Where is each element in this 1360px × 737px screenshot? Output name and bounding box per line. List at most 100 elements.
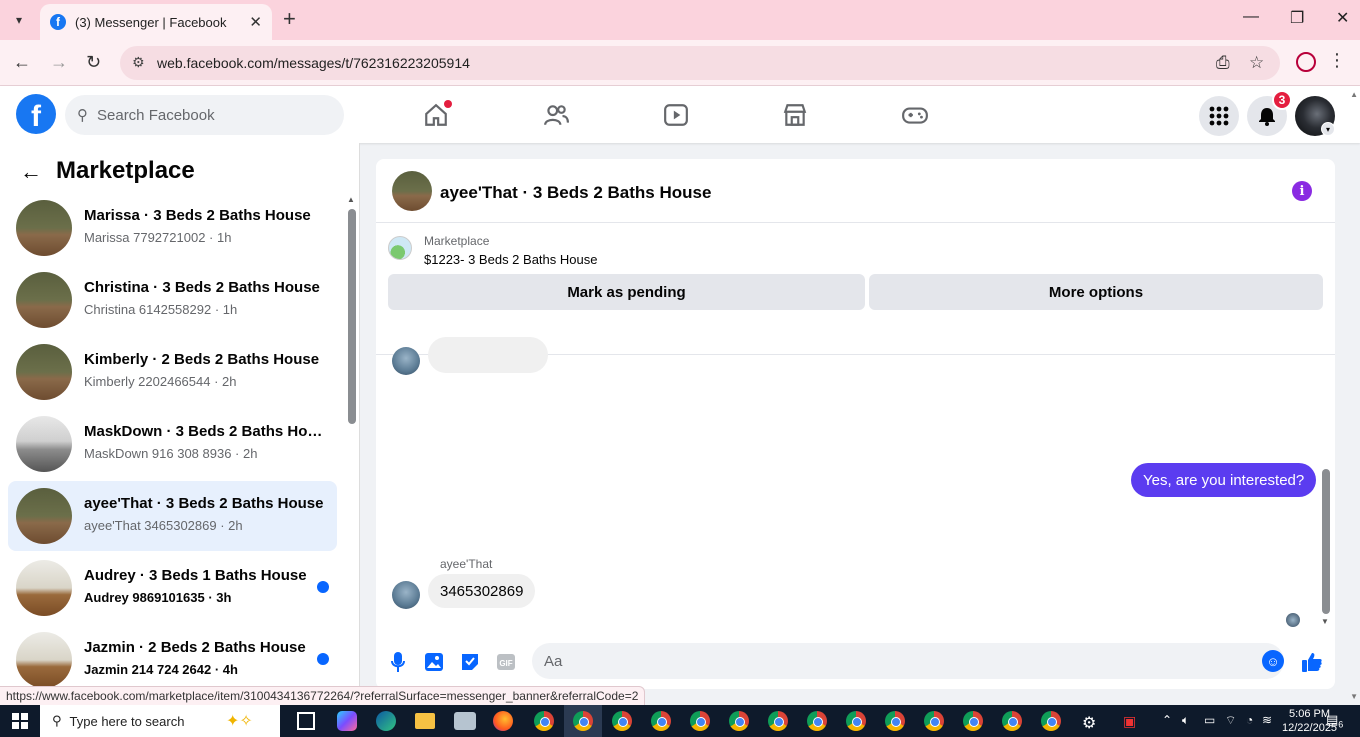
tray-overflow-icon[interactable]: ⌃ [1162, 713, 1172, 727]
seen-avatar [1286, 613, 1300, 627]
battery-icon[interactable]: ▭ [1204, 713, 1215, 727]
chrome-icon[interactable] [534, 711, 554, 731]
svg-text:GIF: GIF [499, 659, 512, 668]
install-app-icon[interactable]: ⎙ [1216, 53, 1230, 73]
app-icon[interactable] [454, 712, 476, 730]
task-view-icon[interactable] [297, 712, 315, 730]
message-bubble-partial [428, 337, 548, 373]
copilot-sparkle-icon[interactable]: ✦✧ [226, 711, 253, 731]
scroll-up-arrow-icon[interactable]: ▲ [347, 195, 355, 204]
conversation-item[interactable]: Kimberly · 2 Beds 2 Baths House Kimberly … [8, 337, 337, 407]
settings-gear-icon[interactable]: ⚙ [1082, 713, 1096, 733]
tab-close-icon[interactable]: ✕ [249, 13, 262, 31]
site-info-icon[interactable]: ⚙ [132, 54, 145, 71]
listing-thumbnail [16, 272, 72, 328]
message-input[interactable]: Aa [532, 643, 1284, 679]
emoji-icon[interactable]: ☺ [1262, 650, 1284, 672]
conversation-preview: Audrey 9869101635 · 3h [84, 590, 232, 605]
chrome-icon[interactable] [1002, 711, 1022, 731]
chrome-icon[interactable] [651, 711, 671, 731]
sticker-icon[interactable] [459, 651, 481, 673]
listing-price-title[interactable]: $1223- 3 Beds 2 Baths House [424, 252, 597, 267]
thumbs-up-icon[interactable] [1301, 651, 1323, 673]
conversation-item[interactable]: MaskDown · 3 Beds 2 Baths Hou... MaskDown… [8, 409, 337, 479]
facebook-logo-icon[interactable]: f [16, 94, 56, 134]
minimize-icon[interactable]: — [1243, 8, 1259, 26]
restore-icon[interactable]: ❐ [1290, 8, 1304, 28]
microphone-icon[interactable] [387, 651, 409, 673]
url-text[interactable]: web.facebook.com/messages/t/762316223205… [157, 55, 470, 71]
chat-window: ayee'That · 3 Beds 2 Baths House i Marke… [376, 159, 1335, 689]
chat-scrollbar[interactable] [1322, 469, 1330, 614]
page-scroll-up-arrow-icon[interactable]: ▲ [1350, 90, 1358, 99]
page-scroll-down-arrow-icon[interactable]: ▼ [1350, 692, 1358, 701]
chrome-icon[interactable] [690, 711, 710, 731]
conversations-scrollbar[interactable] [348, 209, 356, 424]
info-icon[interactable]: i [1292, 181, 1312, 201]
chrome-icon[interactable] [768, 711, 788, 731]
forward-icon[interactable]: → [50, 52, 68, 73]
bookmark-star-icon[interactable]: ☆ [1249, 53, 1264, 73]
chrome-icon[interactable] [963, 711, 983, 731]
browser-tab-messenger[interactable]: f (3) Messenger | Facebook ✕ [40, 4, 272, 40]
taskbar-search[interactable]: ⚲ Type here to search ✦✧ [40, 705, 280, 737]
chat-title[interactable]: ayee'That · 3 Beds 2 Baths House [440, 183, 711, 203]
browser-menu-icon[interactable]: ⋮ [1328, 50, 1346, 71]
conversation-title: Kimberly · 2 Beds 2 Baths House [84, 351, 320, 368]
browser-profile-icon[interactable] [1296, 52, 1316, 72]
listing-thumbnail [16, 344, 72, 400]
mark-as-pending-button[interactable]: Mark as pending [388, 274, 865, 310]
more-options-button[interactable]: More options [869, 274, 1323, 310]
tray-icon[interactable]: ◔ [1246, 713, 1253, 727]
back-icon[interactable]: ← [13, 52, 31, 73]
tab-list-icon[interactable]: ▾ [8, 9, 30, 31]
chrome-icon[interactable] [573, 711, 593, 731]
chrome-icon[interactable] [885, 711, 905, 731]
chrome-icon[interactable] [612, 711, 632, 731]
volume-icon[interactable]: 🔈︎ [1182, 713, 1189, 728]
conversation-item[interactable]: Audrey · 3 Beds 1 Baths House Audrey 9869… [8, 553, 337, 623]
window-close-icon[interactable]: ✕ [1336, 8, 1349, 28]
sender-name: ayee'That [440, 557, 493, 571]
menu-grid-icon[interactable] [1199, 96, 1239, 136]
new-tab-icon[interactable]: + [283, 8, 296, 30]
chrome-icon[interactable] [807, 711, 827, 731]
copilot-icon[interactable] [337, 711, 357, 731]
chrome-icon[interactable] [846, 711, 866, 731]
notification-center-icon[interactable]: ▤6 [1326, 712, 1343, 730]
conversation-title: MaskDown · 3 Beds 2 Baths Hou... [84, 423, 324, 440]
scroll-down-arrow-icon[interactable]: ▼ [1321, 617, 1329, 626]
conversation-item[interactable]: Jazmin · 2 Beds 2 Baths House Jazmin 214 … [8, 625, 337, 688]
facebook-search-box[interactable]: ⚲ Search Facebook [65, 95, 344, 135]
windows-start-icon[interactable] [12, 713, 28, 729]
unread-dot [317, 653, 329, 665]
notification-count: 6 [1338, 719, 1344, 730]
panel-title: Marketplace [56, 157, 195, 184]
listing-thumbnail[interactable] [392, 171, 432, 211]
marketplace-banner: Marketplace $1223- 3 Beds 2 Baths House … [376, 224, 1335, 355]
network-icon[interactable]: ⌔ [1225, 713, 1236, 728]
video-icon[interactable] [661, 100, 691, 130]
firefox-icon[interactable] [493, 711, 513, 731]
conversation-item[interactable]: ayee'That · 3 Beds 2 Baths House ayee'Tha… [8, 481, 337, 551]
conversation-preview: MaskDown 916 308 8936 · 2h [84, 446, 258, 461]
wifi-icon[interactable]: ≋ [1262, 713, 1272, 727]
reload-icon[interactable]: ↻ [86, 52, 101, 73]
gaming-icon[interactable] [900, 100, 930, 130]
chevron-down-icon[interactable]: ▾ [1321, 122, 1335, 136]
back-arrow-icon[interactable]: ← [20, 159, 42, 185]
omnibox[interactable]: ⚙ web.facebook.com/messages/t/7623162232… [120, 46, 1280, 80]
search-placeholder: Search Facebook [97, 106, 215, 124]
edge-icon[interactable] [376, 711, 396, 731]
tray-app-icon[interactable]: ▣ [1123, 713, 1136, 730]
marketplace-icon[interactable] [780, 100, 810, 130]
conversation-item[interactable]: Christina · 3 Beds 2 Baths House Christin… [8, 265, 337, 335]
chrome-icon[interactable] [729, 711, 749, 731]
gif-icon[interactable]: GIF [495, 651, 517, 673]
file-explorer-icon[interactable] [415, 713, 435, 729]
chrome-icon[interactable] [1041, 711, 1061, 731]
chrome-icon[interactable] [924, 711, 944, 731]
photo-icon[interactable] [423, 651, 445, 673]
friends-icon[interactable] [541, 100, 571, 130]
conversation-item[interactable]: Marissa · 3 Beds 2 Baths House Marissa 77… [8, 193, 337, 263]
